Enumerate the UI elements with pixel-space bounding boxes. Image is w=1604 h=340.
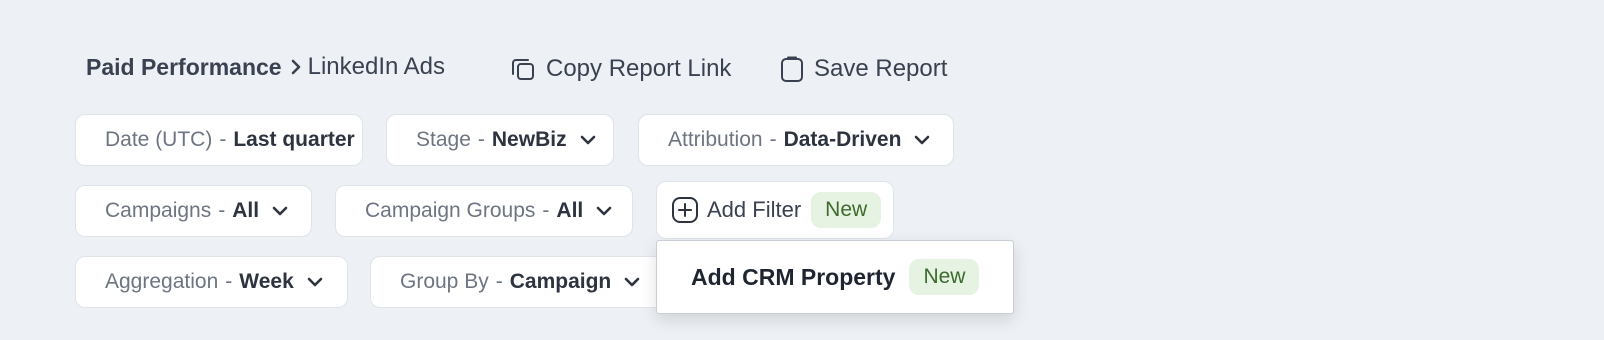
copy-report-link-label: Copy Report Link — [546, 55, 732, 82]
filter-label: Campaign Groups — [365, 199, 536, 222]
filter-separator: - — [225, 270, 233, 293]
filter-value: Data-Driven — [783, 128, 902, 151]
add-filter-button[interactable]: Add Filter New — [656, 181, 894, 239]
breadcrumb-current: LinkedIn Ads — [307, 53, 446, 80]
chevron-down-icon — [623, 276, 641, 288]
filter-value: Campaign — [509, 270, 612, 293]
filter-separator: - — [477, 128, 485, 151]
filter-separator: - — [769, 128, 777, 151]
filter-label: Campaigns — [105, 199, 212, 222]
chevron-down-icon — [306, 276, 324, 288]
filter-label: Aggregation — [105, 270, 219, 293]
copy-icon — [510, 56, 536, 82]
date-filter[interactable]: Date (UTC) - Last quarter — [75, 114, 363, 166]
clipboard-icon — [780, 55, 804, 83]
filter-label: Date (UTC) — [105, 128, 213, 151]
filter-label: Group By — [400, 270, 489, 293]
attribution-filter[interactable]: Attribution - Data-Driven — [638, 114, 954, 166]
save-report-button[interactable]: Save Report — [780, 52, 947, 86]
filter-separator: - — [219, 128, 227, 151]
filter-label: Attribution — [668, 128, 763, 151]
chevron-down-icon — [579, 134, 597, 146]
filter-separator: - — [218, 199, 226, 222]
filter-value: Last quarter — [233, 128, 355, 151]
breadcrumb-parent[interactable]: Paid Performance — [86, 54, 282, 81]
campaigns-filter[interactable]: Campaigns - All — [75, 185, 312, 237]
filter-separator: - — [495, 270, 503, 293]
chevron-down-icon — [913, 134, 931, 146]
filter-value: All — [232, 199, 260, 222]
plus-circle-icon — [671, 196, 699, 224]
filter-value: All — [556, 199, 584, 222]
campaign-groups-filter[interactable]: Campaign Groups - All — [335, 185, 633, 237]
group-by-filter[interactable]: Group By - Campaign — [370, 256, 666, 308]
filter-value: NewBiz — [491, 128, 567, 151]
add-filter-label: Add Filter — [707, 197, 802, 222]
add-filter-dropdown: Add CRM Property New — [656, 240, 1014, 314]
copy-report-link-button[interactable]: Copy Report Link — [510, 52, 731, 86]
new-badge: New — [909, 259, 980, 295]
aggregation-filter[interactable]: Aggregation - Week — [75, 256, 348, 308]
new-badge: New — [811, 192, 882, 228]
chevron-right-icon — [290, 58, 302, 76]
chevron-down-icon — [271, 205, 289, 217]
filter-label: Stage — [416, 128, 471, 151]
stage-filter[interactable]: Stage - NewBiz — [386, 114, 614, 166]
breadcrumb: Paid Performance LinkedIn Ads — [86, 50, 445, 84]
filter-value: Week — [239, 270, 294, 293]
filter-separator: - — [542, 199, 550, 222]
chevron-down-icon — [595, 205, 613, 217]
save-report-label: Save Report — [814, 55, 948, 82]
add-crm-property-option[interactable]: Add CRM Property — [691, 264, 895, 291]
